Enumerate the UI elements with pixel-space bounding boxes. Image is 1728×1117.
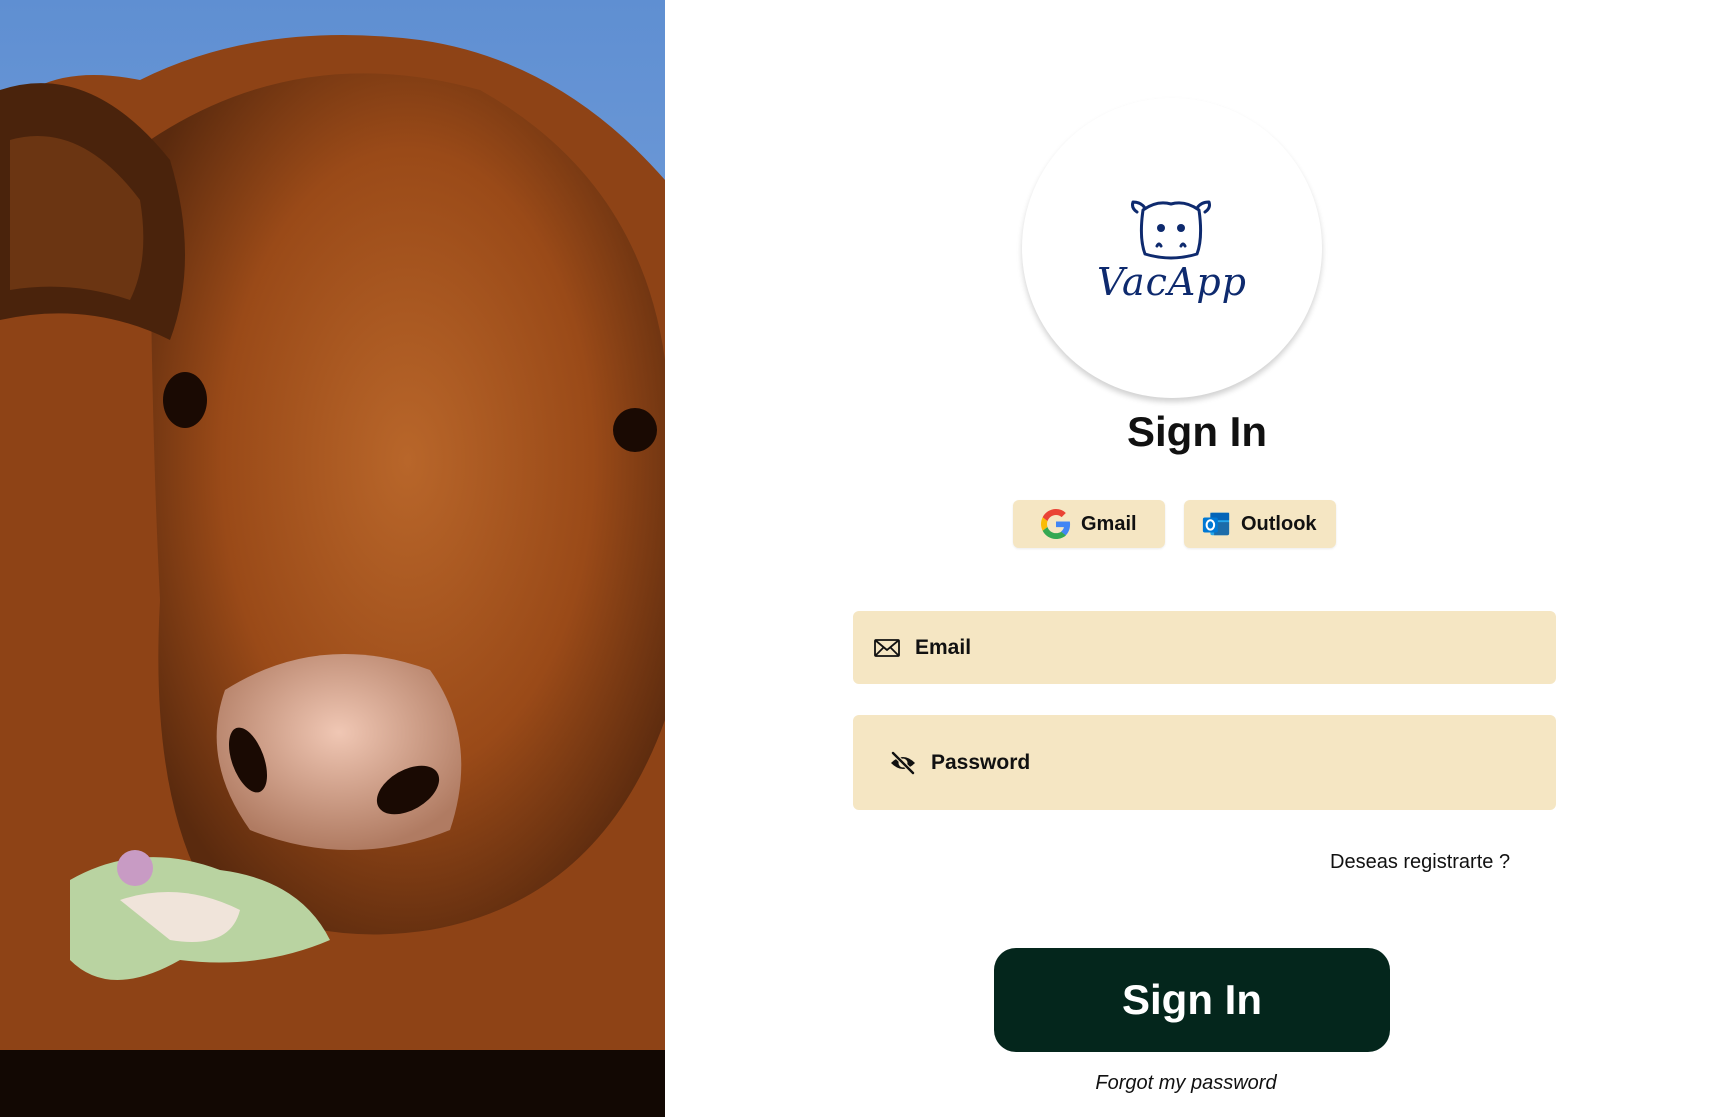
- cow-icon: [1131, 200, 1211, 260]
- google-icon: [1041, 509, 1071, 539]
- app-logo: VacApp: [1022, 98, 1322, 398]
- outlook-signin-button[interactable]: Outlook: [1184, 500, 1336, 548]
- outlook-label: Outlook: [1241, 512, 1317, 535]
- eye-off-icon[interactable]: [889, 749, 917, 777]
- register-link[interactable]: Deseas registrarte ?: [1330, 851, 1510, 874]
- logo-text: VacApp: [1097, 260, 1247, 304]
- gmail-signin-button[interactable]: Gmail: [1013, 500, 1165, 548]
- page-title: Sign In: [1127, 408, 1267, 455]
- password-field[interactable]: [853, 715, 1556, 810]
- gmail-label: Gmail: [1081, 512, 1137, 535]
- forgot-password-link[interactable]: Forgot my password: [1000, 1072, 1372, 1095]
- sign-in-button[interactable]: Sign In: [994, 948, 1390, 1052]
- hero-cow-image: [0, 0, 665, 1117]
- mail-icon: [874, 638, 900, 657]
- email-field[interactable]: [853, 611, 1556, 684]
- outlook-icon: [1202, 512, 1230, 536]
- email-input[interactable]: [913, 634, 1517, 661]
- password-input[interactable]: [929, 749, 1533, 776]
